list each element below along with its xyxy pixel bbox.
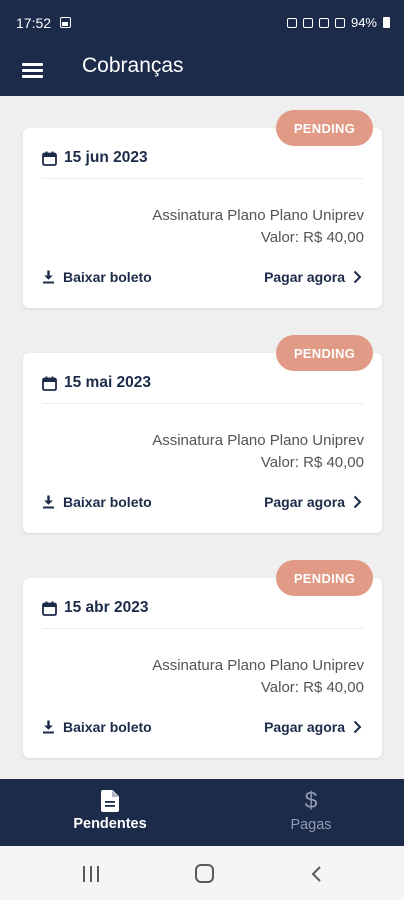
charge-value: Valor: R$ 40,00 [260, 229, 364, 246]
card-divider [42, 403, 363, 404]
charge-description: Assinatura Plano Plano Uniprev [152, 657, 364, 674]
document-icon [101, 790, 119, 812]
download-boleto-button[interactable]: Baixar boleto [42, 494, 152, 510]
gallery-notification-icon [60, 17, 71, 28]
back-icon[interactable] [311, 865, 323, 883]
calendar-icon [42, 601, 57, 616]
pay-now-label: Pagar agora [264, 269, 345, 285]
download-icon [43, 720, 54, 734]
status-badge: PENDING [276, 110, 373, 146]
status-icons: 94% [286, 15, 390, 30]
download-boleto-label: Baixar boleto [63, 269, 152, 285]
tab-pendentes[interactable]: Pendentes [9, 779, 211, 846]
status-bar: 17:52 94% [0, 0, 404, 46]
status-badge: PENDING [276, 560, 373, 596]
charge-value: Valor: R$ 40,00 [260, 679, 364, 696]
status-time: 17:52 [16, 15, 52, 31]
home-icon[interactable] [195, 864, 214, 883]
tab-pagas[interactable]: $ Pagas [210, 779, 404, 846]
signal-icon [334, 17, 345, 28]
chevron-right-icon [353, 270, 362, 284]
alarm-icon [286, 17, 297, 28]
calendar-icon [42, 151, 57, 166]
status-badge: PENDING [276, 335, 373, 371]
bottom-navigation: Pendentes $ Pagas [0, 779, 404, 846]
charge-date: 15 abr 2023 [64, 599, 149, 616]
download-boleto-button[interactable]: Baixar boleto [42, 269, 152, 285]
battery-icon [383, 17, 390, 28]
charge-date: 15 mai 2023 [64, 374, 152, 391]
system-navigation-bar [0, 846, 404, 900]
card-divider [42, 178, 363, 179]
dollar-icon: $ [304, 787, 318, 813]
pay-now-button[interactable]: Pagar agora [264, 494, 362, 510]
menu-icon[interactable] [21, 58, 45, 82]
charge-card: PENDING 15 jun 2023 Assinatura Plano Pla… [23, 110, 382, 308]
charge-card: PENDING 15 mai 2023 Assinatura Plano Pla… [23, 335, 382, 533]
download-icon [43, 495, 54, 509]
card-divider [42, 628, 363, 629]
mute-icon [302, 17, 313, 28]
download-boleto-label: Baixar boleto [63, 494, 152, 510]
recent-apps-icon[interactable] [82, 866, 100, 882]
wifi-icon [318, 17, 329, 28]
charges-list[interactable]: PENDING 15 jun 2023 Assinatura Plano Pla… [0, 96, 404, 779]
chevron-right-icon [353, 495, 362, 509]
pay-now-button[interactable]: Pagar agora [264, 719, 362, 735]
battery-percent: 94% [350, 15, 377, 30]
pay-now-label: Pagar agora [264, 494, 345, 510]
download-boleto-button[interactable]: Baixar boleto [42, 719, 152, 735]
chevron-right-icon [353, 720, 362, 734]
download-boleto-label: Baixar boleto [63, 719, 152, 735]
page-title: Cobranças [82, 54, 184, 77]
download-icon [43, 270, 54, 284]
charge-description: Assinatura Plano Plano Uniprev [152, 207, 364, 224]
charge-description: Assinatura Plano Plano Uniprev [152, 432, 364, 449]
app-bar: Cobranças [0, 46, 404, 96]
charge-date-row: 15 jun 2023 [42, 148, 148, 168]
charge-date-row: 15 abr 2023 [42, 598, 148, 618]
charge-date: 15 jun 2023 [64, 149, 148, 166]
charge-card: PENDING 15 abr 2023 Assinatura Plano Pla… [23, 560, 382, 758]
tab-pendentes-label: Pendentes [73, 816, 147, 832]
pay-now-button[interactable]: Pagar agora [264, 269, 362, 285]
pay-now-label: Pagar agora [264, 719, 345, 735]
calendar-icon [42, 376, 57, 391]
charge-value: Valor: R$ 40,00 [260, 454, 364, 471]
tab-pagas-label: Pagas [290, 817, 332, 833]
charge-date-row: 15 mai 2023 [42, 373, 151, 393]
